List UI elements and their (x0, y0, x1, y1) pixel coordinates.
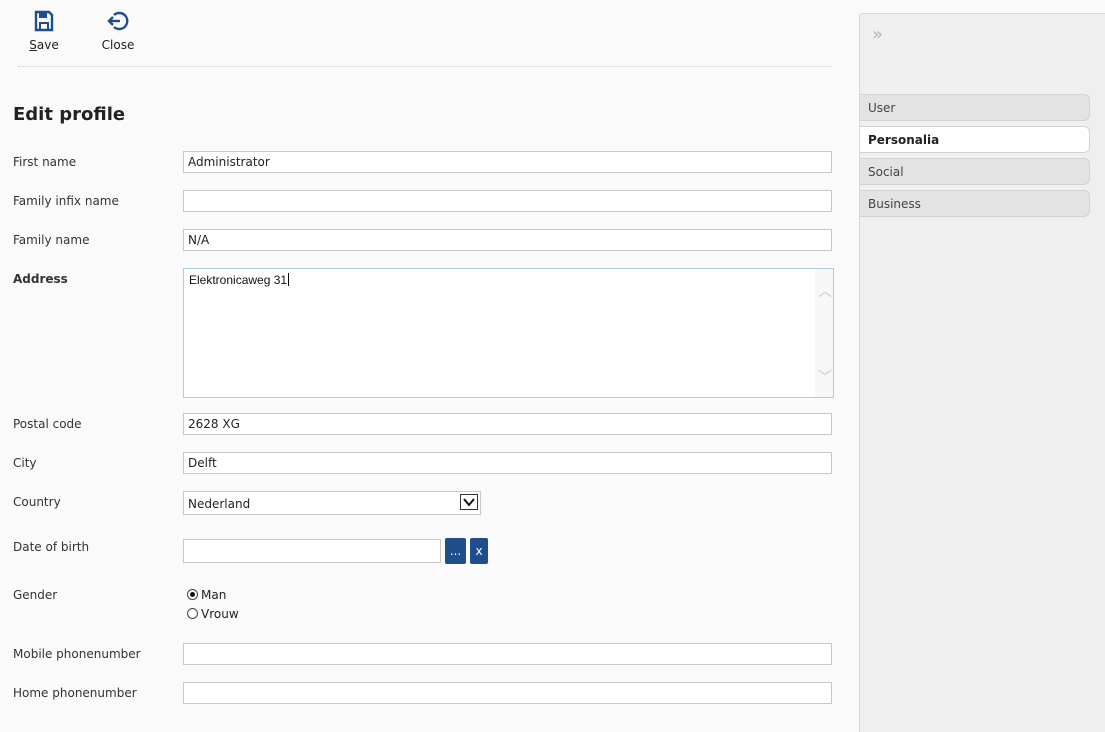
tab-social[interactable]: Social (860, 158, 1090, 185)
radio-selected-icon[interactable] (187, 589, 198, 600)
country-select[interactable]: Nederland (183, 491, 481, 515)
date-picker-button[interactable]: ... (445, 538, 466, 564)
gender-vrouw-label: Vrouw (201, 607, 239, 621)
mobile-label: Mobile phonenumber (13, 647, 141, 661)
save-button[interactable]: Save (14, 10, 74, 52)
date-of-birth-label: Date of birth (13, 540, 90, 554)
close-label: Close (101, 38, 135, 52)
first-name-field[interactable]: Administrator (183, 151, 832, 173)
scroll-up-icon[interactable]: ︿ (818, 281, 832, 301)
country-value: Nederland (188, 497, 251, 511)
home-phone-label: Home phonenumber (13, 686, 137, 700)
exit-arrow-icon (88, 10, 148, 38)
date-of-birth-field[interactable] (183, 539, 441, 563)
first-name-label: First name (13, 155, 77, 169)
postal-code-field[interactable]: 2628 XG (183, 413, 832, 435)
family-infix-label: Family infix name (13, 194, 119, 208)
mobile-field[interactable] (183, 643, 832, 665)
toolbar: Save Close (18, 0, 832, 67)
gender-man-label: Man (201, 588, 227, 602)
city-label: City (13, 456, 37, 470)
tab-user[interactable]: User (860, 94, 1090, 121)
address-text: Elektronicaweg 31 (189, 273, 288, 287)
tab-business[interactable]: Business (860, 190, 1090, 217)
double-chevron-right-icon[interactable]: » (872, 24, 883, 45)
floppy-disk-icon (14, 10, 74, 38)
gender-label: Gender (13, 588, 58, 602)
radio-unselected-icon[interactable] (187, 608, 198, 619)
page-title: Edit profile (13, 104, 126, 125)
close-button[interactable]: Close (88, 10, 148, 52)
family-name-label: Family name (13, 233, 90, 247)
address-scrollbar[interactable]: ︿ ﹀ (815, 269, 833, 397)
clear-date-button[interactable]: x (470, 538, 488, 564)
family-name-field[interactable]: N/A (183, 229, 832, 251)
city-field[interactable]: Delft (183, 452, 832, 474)
gender-radio-vrouw[interactable]: Vrouw (187, 607, 239, 621)
address-textarea[interactable]: Elektronicaweg 31 ︿ ﹀ (183, 268, 834, 398)
postal-code-label: Postal code (13, 417, 82, 431)
tab-personalia[interactable]: Personalia (860, 126, 1090, 153)
chevron-down-icon[interactable] (460, 494, 478, 510)
gender-radio-man[interactable]: Man (187, 588, 226, 602)
text-cursor (288, 273, 290, 286)
country-label: Country (13, 495, 61, 509)
family-infix-field[interactable] (183, 190, 832, 212)
sidebar: » User Personalia Social Business (859, 13, 1105, 732)
address-label: Address (13, 272, 68, 286)
save-label: Save (29, 38, 59, 52)
scroll-down-icon[interactable]: ﹀ (818, 367, 832, 387)
home-phone-field[interactable] (183, 682, 832, 704)
